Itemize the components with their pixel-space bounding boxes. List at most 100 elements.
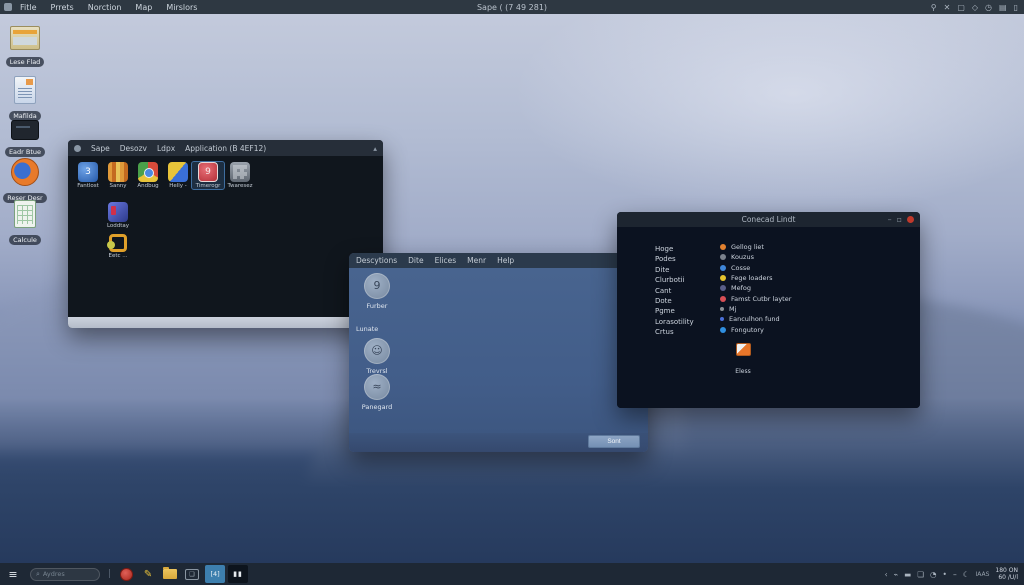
settings-item-trevrsl[interactable]: ☺ Trevrsl [351, 338, 403, 375]
close-icon[interactable]: ✕ [944, 3, 951, 12]
search-input[interactable] [43, 570, 89, 578]
desktop-icon-calcule[interactable]: Calcule [0, 200, 50, 249]
app-item-fantlost[interactable]: 3 Fantlost [72, 162, 104, 189]
window1-menu-desozv[interactable]: Desozv [120, 144, 147, 153]
distro-logo-icon[interactable] [4, 3, 12, 11]
app-icon [109, 234, 127, 252]
taskbar-app-record[interactable] [117, 565, 135, 583]
category-item[interactable]: Podes [655, 254, 694, 264]
app-label: Helly - [162, 183, 194, 189]
status-dot-icon [720, 254, 726, 260]
folder-label: Eless [735, 368, 750, 375]
option-item[interactable]: Fege loaders [720, 273, 791, 283]
category-item[interactable]: Dote [655, 296, 694, 306]
option-item[interactable]: Mefog [720, 283, 791, 293]
category-item[interactable]: Cant [655, 286, 694, 296]
window3-titlebar[interactable]: Conecad Lindt – ▫ [617, 212, 920, 227]
option-item[interactable]: Eanculhon fund [720, 314, 791, 324]
taskbar-workspace-active[interactable]: [4] [205, 565, 225, 583]
collapse-icon[interactable]: ▴ [373, 144, 377, 153]
option-item[interactable]: Famst Cutbr layter [720, 293, 791, 303]
app-menu-button[interactable]: ≡ [0, 563, 26, 585]
window2-menu-elices[interactable]: Elices [435, 256, 457, 265]
menubar-item-map[interactable]: Map [135, 3, 152, 12]
option-item[interactable]: Gellog liet [720, 242, 791, 252]
taskbar-search[interactable]: ⌕ [30, 568, 100, 581]
app-item-sanny[interactable]: Sanny [102, 162, 134, 189]
app-item-loddtay[interactable]: Loddtay [102, 202, 134, 229]
dash-icon[interactable]: – [953, 570, 957, 579]
category-item[interactable]: Hoge [655, 244, 694, 254]
taskbar-app-files[interactable] [161, 565, 179, 583]
taskbar-clock[interactable]: 180 ON 60 /U/l [995, 567, 1018, 581]
trevrsl-icon: ☺ [364, 338, 390, 364]
option-item[interactable]: Mj [720, 304, 791, 314]
category-item[interactable]: Lorasotility [655, 317, 694, 327]
folder-item-eless[interactable]: Eless [723, 343, 763, 377]
category-item[interactable]: Pgme [655, 306, 694, 316]
option-item[interactable]: Cosse [720, 263, 791, 273]
top-menubar: Fitle Prrets Norction Map Mirslors Sape … [0, 0, 1024, 14]
minimize-icon[interactable]: – [888, 215, 892, 224]
signal-icon[interactable]: ⚲ [931, 3, 937, 12]
option-item[interactable]: Fongutory [720, 324, 791, 334]
display-icon[interactable]: ▬ [904, 570, 911, 579]
taskbar: ≡ ⌕ | ✎ ❑ [4] ▮▮ ‹ ⌁ ▬ ❏ ◔ • – ☾ IAAS 18… [0, 563, 1024, 585]
menubar-item-prrets[interactable]: Prrets [51, 3, 74, 12]
window2-menu-dite[interactable]: Dite [408, 256, 423, 265]
sont-button[interactable]: Sont [588, 435, 640, 448]
app-item-timerogr-selected[interactable]: 9 Timerogr [192, 162, 224, 189]
taskbar-app-editor[interactable]: ✎ [139, 565, 157, 583]
menubar-item-mirslors[interactable]: Mirslors [166, 3, 197, 12]
close-icon[interactable] [907, 216, 914, 223]
window-icon[interactable]: ❏ [917, 570, 924, 579]
clock-icon[interactable]: ◔ [930, 570, 937, 579]
maximize-icon[interactable]: ▫ [897, 215, 902, 224]
window1-menu-sape[interactable]: Sape [91, 144, 110, 153]
app-label: Eetc ... [102, 253, 134, 259]
desktop-icon-lese-flad[interactable]: Lese Flad [0, 26, 50, 71]
battery-icon[interactable]: ▯ [1014, 3, 1018, 12]
window2-menu-help[interactable]: Help [497, 256, 514, 265]
settings-item-panegard[interactable]: ≈ Panegard [351, 374, 403, 411]
settings-item-furber[interactable]: 9 Furber [351, 273, 403, 310]
window-app-icon [10, 26, 40, 50]
chevron-left-icon[interactable]: ‹ [885, 570, 888, 579]
window2-titlebar[interactable]: Descytions Dite Elices Menr Help × [349, 253, 648, 268]
option-item[interactable]: Kouzus [720, 252, 791, 262]
app-item-helly[interactable]: Helly - [162, 162, 194, 189]
desktop-icon-mafilda[interactable]: Mafilda [0, 76, 50, 125]
keyboard-icon[interactable]: ▤ [999, 3, 1007, 12]
category-item[interactable]: Clurbotii [655, 275, 694, 285]
desktop-icon-label: Eadr Btue [5, 147, 45, 157]
menubar-item-norction[interactable]: Norction [88, 3, 122, 12]
window1-titlebar[interactable]: Sape Desozv Ldpx Application (B 4EF12) ▴ [68, 140, 383, 156]
clock-icon[interactable]: ◷ [985, 3, 992, 12]
taskbar-pause-button[interactable]: ▮▮ [228, 565, 248, 583]
window1-menu-ldpx[interactable]: Ldpx [157, 144, 175, 153]
dot-icon[interactable]: • [943, 570, 947, 579]
option-label: Mj [729, 305, 736, 313]
app-label: Fantlost [72, 183, 104, 189]
app-icon [108, 202, 128, 222]
app-item-andbug[interactable]: Andbug [132, 162, 164, 189]
taskbar-app-viewer[interactable]: ❑ [183, 565, 201, 583]
desktop-icon-eadr-btue[interactable]: Eadr Btue [0, 120, 50, 161]
category-item[interactable]: Dite [655, 265, 694, 275]
app-item-eetc[interactable]: Eetc ... [102, 234, 134, 259]
night-icon[interactable]: ☾ [963, 570, 970, 579]
app-icon: 3 [78, 162, 98, 182]
settings-item-lunate[interactable]: Lunate [356, 325, 378, 333]
app-label: Loddtay [102, 223, 134, 229]
window-icon[interactable]: ▢ [957, 3, 965, 12]
menubar-item-file[interactable]: Fitle [20, 3, 37, 12]
link-icon[interactable]: ⌁ [894, 570, 899, 579]
app-item-twaresez[interactable]: Twaresez [224, 162, 256, 189]
window1-menu-application[interactable]: Application (B 4EF12) [185, 144, 266, 153]
window2-menu-descytions[interactable]: Descytions [356, 256, 397, 265]
category-item[interactable]: Crtus [655, 327, 694, 337]
document-icon [14, 76, 36, 104]
terminal-icon [11, 120, 39, 140]
window2-menu-menr[interactable]: Menr [467, 256, 486, 265]
shape-icon[interactable]: ◇ [972, 3, 978, 12]
